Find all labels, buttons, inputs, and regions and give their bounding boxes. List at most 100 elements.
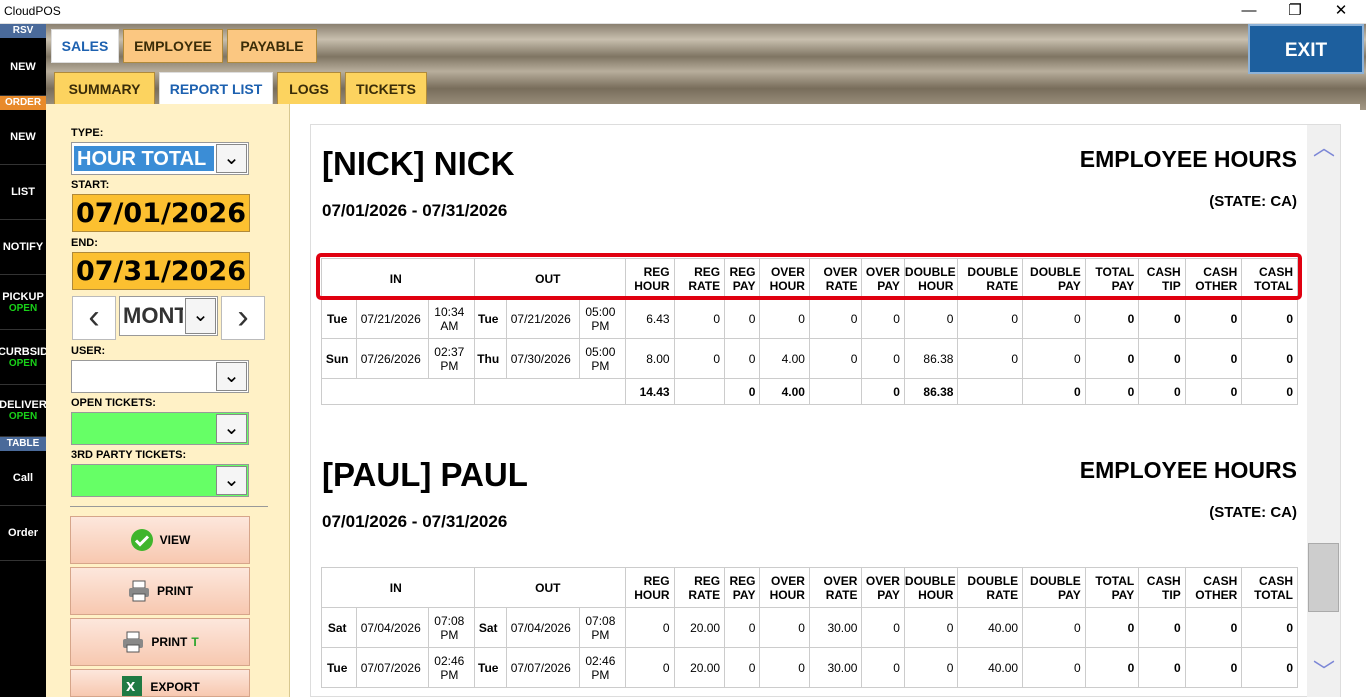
- tab-tickets[interactable]: TICKETS: [345, 72, 427, 106]
- tab-payable[interactable]: PAYABLE: [227, 29, 317, 63]
- cell-value: 0: [1022, 647, 1086, 688]
- notify-label: NOTIFY: [2, 241, 44, 253]
- cell-value: 30.00: [808, 607, 863, 648]
- cell-value: 20.00: [673, 607, 726, 648]
- delivery-button[interactable]: DELIVER OPEN: [0, 385, 47, 437]
- order-new-label: NEW: [10, 131, 36, 143]
- pickup-label: PICKUP: [2, 290, 44, 303]
- out-time: 07:08 PM: [578, 607, 627, 648]
- out-day: Sat: [473, 607, 507, 648]
- cell-value: 4.00: [759, 338, 810, 379]
- out-day: Tue: [473, 298, 507, 339]
- total-value: 0: [1084, 378, 1140, 405]
- chevron-right-icon: ›: [237, 298, 249, 336]
- view-button[interactable]: VIEW: [70, 516, 250, 564]
- cell-value: 0: [861, 298, 905, 339]
- cell-value: 0: [1084, 607, 1140, 648]
- cell-value: 0: [1138, 338, 1186, 379]
- export-button[interactable]: X EXPORT: [70, 669, 250, 697]
- user-label: USER:: [71, 345, 106, 357]
- print-label: PRINT: [157, 584, 193, 598]
- maximize-button[interactable]: ❐: [1272, 0, 1318, 24]
- column-header: REG HOUR: [625, 567, 675, 608]
- out-date: 07/07/2026: [505, 647, 580, 688]
- start-date-field[interactable]: 07/01/2026: [72, 194, 250, 232]
- cell-value: 0: [808, 338, 863, 379]
- chevron-down-icon[interactable]: ⌄: [216, 414, 247, 443]
- scroll-down-icon[interactable]: ﹀: [1309, 657, 1339, 687]
- out-date: 07/30/2026: [505, 338, 580, 379]
- cell-value: 86.38: [903, 338, 959, 379]
- minimize-button[interactable]: —: [1226, 0, 1272, 24]
- out-date: 07/21/2026: [505, 298, 580, 339]
- chevron-down-icon[interactable]: ⌄: [216, 362, 247, 391]
- end-date-field[interactable]: 07/31/2026: [72, 252, 250, 290]
- cell-value: 0: [673, 338, 726, 379]
- cell-value: 0: [1084, 298, 1140, 339]
- pickup-button[interactable]: PICKUP OPEN: [0, 275, 46, 330]
- scroll-thumb[interactable]: [1308, 543, 1339, 612]
- chevron-down-icon[interactable]: ⌄: [216, 466, 247, 495]
- tab-summary[interactable]: SUMMARY: [54, 72, 155, 106]
- out-date: 07/04/2026: [505, 607, 580, 648]
- chevron-down-icon[interactable]: ⌄: [185, 298, 216, 334]
- type-label: TYPE:: [71, 127, 104, 139]
- next-period-button[interactable]: ›: [221, 296, 265, 340]
- type-select[interactable]: HOUR TOTAL ⌄: [71, 142, 249, 175]
- in-time: 02:46 PM: [428, 647, 475, 688]
- open-tickets-select[interactable]: ⌄: [71, 412, 249, 445]
- total-value: 86.38: [903, 378, 959, 405]
- prev-period-button[interactable]: ‹: [72, 296, 116, 340]
- table-header-row: IN OUT REG HOUR REG RATE REG PAY OVER HOUR OVER RAT…: [321, 567, 1298, 608]
- left-strip: RSV NEW ORDER NEW LIST NOTIFY PICKUP OPE…: [0, 24, 49, 697]
- cell-value: 0: [861, 647, 905, 688]
- rsv-new-button[interactable]: NEW: [0, 38, 46, 96]
- notify-button[interactable]: NOTIFY: [0, 220, 46, 275]
- table-row: Tue 07/07/2026 02:46 PM Tue 07/07/2026 02:46 PM…: [320, 647, 1298, 688]
- curbside-label: CURBSID: [0, 345, 49, 358]
- tab-sales[interactable]: SALES: [51, 29, 119, 63]
- cell-value: 0: [724, 607, 761, 648]
- cell-value: 0: [1084, 338, 1140, 379]
- third-party-select[interactable]: ⌄: [71, 464, 249, 497]
- cell-value: 0: [1184, 298, 1243, 339]
- in-time: 10:34 AM: [428, 298, 475, 339]
- total-value: 0: [1138, 378, 1186, 405]
- order-button[interactable]: Order: [0, 506, 46, 561]
- cell-value: 0: [1022, 607, 1086, 648]
- column-header: OUT: [473, 567, 627, 608]
- tab-employee[interactable]: EMPLOYEE: [123, 29, 223, 63]
- cell-value: 30.00: [808, 647, 863, 688]
- print-t-button[interactable]: PRINT T: [70, 618, 250, 666]
- chevron-left-icon: ‹: [88, 298, 100, 336]
- employee-name: [PAUL] PAUL: [322, 456, 528, 493]
- tab-logs[interactable]: LOGS: [277, 72, 341, 106]
- column-header: REG RATE: [673, 567, 726, 608]
- user-select[interactable]: ⌄: [71, 360, 249, 393]
- cell-value: 8.00: [625, 338, 675, 379]
- cell-value: 0: [1022, 338, 1086, 379]
- column-header: CASH OTHER: [1184, 567, 1243, 608]
- curbside-button[interactable]: CURBSID OPEN: [0, 330, 49, 385]
- cell-value: 40.00: [957, 647, 1024, 688]
- cell-value: 0: [759, 647, 810, 688]
- out-day: Tue: [473, 647, 507, 688]
- call-button[interactable]: Call: [0, 451, 46, 506]
- exit-button[interactable]: EXIT: [1248, 24, 1364, 74]
- cell-value: 0: [1241, 647, 1298, 688]
- order-new-button[interactable]: NEW: [0, 110, 46, 165]
- order-list-label: LIST: [11, 186, 35, 198]
- close-button[interactable]: ✕: [1318, 0, 1364, 24]
- print-button[interactable]: PRINT: [70, 567, 250, 615]
- tab-report-list[interactable]: REPORT LIST: [159, 72, 273, 106]
- period-select[interactable]: MONT ⌄: [119, 296, 218, 336]
- cell-value: 0: [1241, 298, 1298, 339]
- total-value: 0: [1184, 378, 1243, 405]
- excel-icon: X: [120, 674, 144, 698]
- call-label: Call: [12, 472, 34, 484]
- order-list-button[interactable]: LIST: [0, 165, 46, 220]
- scroll-up-icon[interactable]: ︿: [1309, 133, 1339, 163]
- total-value: 0: [724, 378, 761, 405]
- chevron-down-icon[interactable]: ⌄: [216, 144, 247, 173]
- cell-value: 0: [724, 647, 761, 688]
